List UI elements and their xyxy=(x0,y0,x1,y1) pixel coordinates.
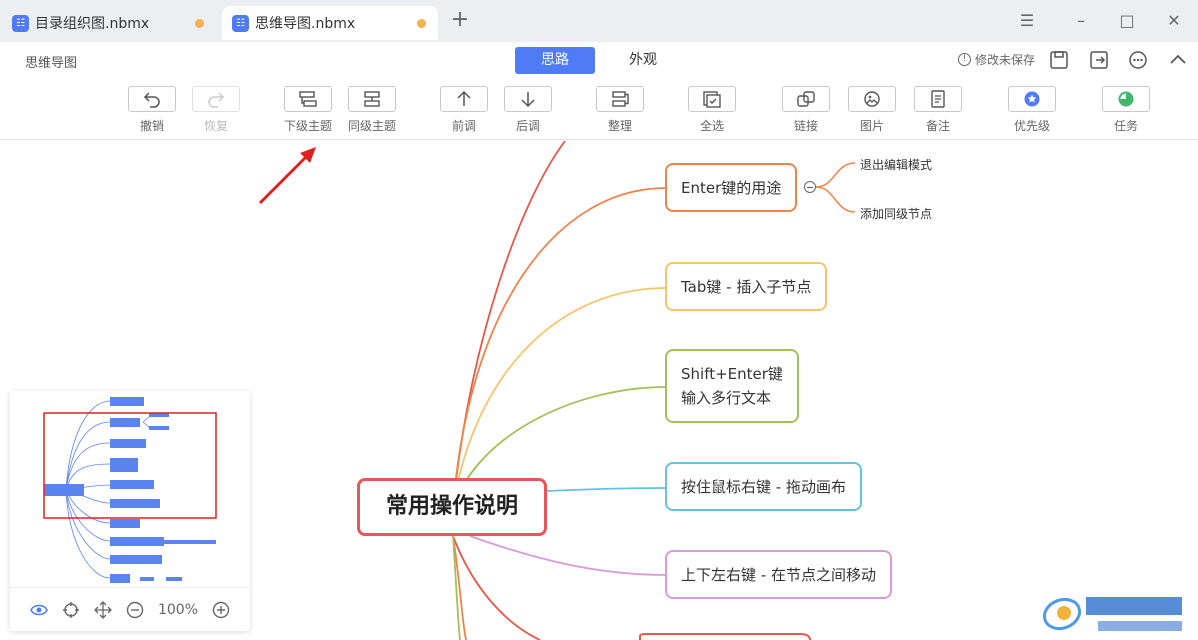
node-label-line1: Shift+Enter键 xyxy=(681,365,783,383)
toolbar: 思维导图 思路 外观 ! 修改未保存 撤销 恢复 下级主题 同级主题 前调 后调… xyxy=(0,42,1198,140)
collapse-toggle[interactable] xyxy=(804,181,816,193)
priority-icon xyxy=(1024,91,1040,107)
task-button[interactable]: 任务 xyxy=(1102,86,1150,134)
node-label: 按住鼠标右键 - 拖动画布 xyxy=(681,477,846,496)
select-all-button[interactable]: 全选 xyxy=(688,86,736,134)
info-icon: ! xyxy=(958,53,971,66)
close-icon[interactable]: ✕ xyxy=(1163,10,1185,32)
child-topic-icon xyxy=(299,91,317,107)
move-up-button[interactable]: 前调 xyxy=(440,86,488,134)
move-down-button[interactable]: 后调 xyxy=(504,86,552,134)
node-label: Enter键的用途 xyxy=(681,178,782,197)
minimap-preview xyxy=(43,397,217,583)
move-up-label: 前调 xyxy=(451,119,476,133)
arrow-up-icon xyxy=(457,90,471,106)
collapse-toolbar-icon[interactable] xyxy=(1168,50,1188,70)
app-title: 思维导图 xyxy=(25,56,78,71)
arrange-label: 整理 xyxy=(607,119,632,133)
zoom-out-icon[interactable] xyxy=(126,601,144,619)
mindmap-file-icon: ☷ xyxy=(12,14,29,32)
mindmap-file-icon: ☷ xyxy=(232,14,249,32)
tab-label: 目录组织图.nbmx xyxy=(35,16,150,32)
new-tab-button[interactable]: + xyxy=(449,9,471,31)
task-label: 任务 xyxy=(1113,119,1138,133)
minimap-controls: 100% xyxy=(10,587,250,631)
unsaved-status: ! 修改未保存 xyxy=(958,51,1035,68)
menu-icon[interactable]: ☰ xyxy=(1016,10,1038,32)
save-icon[interactable] xyxy=(1049,50,1069,70)
tab-label: 思维导图.nbmx xyxy=(255,16,356,32)
unsaved-dot xyxy=(195,19,204,28)
node-label-line2: 输入多行文本 xyxy=(681,389,772,407)
locate-center-icon[interactable] xyxy=(62,601,80,619)
child-topic-button[interactable]: 下级主题 xyxy=(284,86,332,134)
tab-directory-chart[interactable]: ☷ 目录组织图.nbmx xyxy=(2,6,216,40)
more-icon[interactable] xyxy=(1128,50,1148,70)
zoom-level: 100% xyxy=(157,601,199,618)
child-topic-label: 下级主题 xyxy=(283,119,332,133)
select-all-icon xyxy=(703,91,721,108)
note-label: 备注 xyxy=(925,119,950,133)
select-all-label: 全选 xyxy=(699,119,724,133)
node-add-sibling[interactable]: 添加同级节点 xyxy=(860,205,932,222)
export-icon[interactable] xyxy=(1089,50,1109,70)
eye-icon[interactable] xyxy=(30,603,48,617)
root-node[interactable]: 常用操作说明 xyxy=(357,478,547,536)
annotation-arrow xyxy=(258,147,316,205)
priority-label: 优先级 xyxy=(1013,119,1050,133)
link-icon xyxy=(797,91,815,107)
arrange-icon xyxy=(612,91,629,107)
mindmap-canvas[interactable]: 常用操作说明 Enter键的用途 退出编辑模式 添加同级节点 Tab键 - 插入… xyxy=(0,141,1198,640)
task-progress-icon xyxy=(1118,91,1134,107)
tab-mode-outline[interactable]: 思路 xyxy=(515,47,595,74)
undo-icon xyxy=(143,92,160,108)
sibling-topic-button[interactable]: 同级主题 xyxy=(348,86,396,134)
minimize-icon[interactable]: – xyxy=(1070,10,1092,32)
unsaved-status-label: 修改未保存 xyxy=(975,53,1036,67)
move-canvas-icon[interactable] xyxy=(94,600,112,619)
node-tab-key[interactable]: Tab键 - 插入子节点 xyxy=(665,262,828,311)
redo-button[interactable]: 恢复 xyxy=(192,86,240,134)
redo-label: 恢复 xyxy=(203,119,228,133)
undo-button[interactable]: 撤销 xyxy=(128,86,176,134)
image-icon xyxy=(864,91,880,107)
arrange-button[interactable]: 整理 xyxy=(596,86,644,134)
redo-icon xyxy=(208,92,225,108)
node-label: 上下左右键 - 在节点之间移动 xyxy=(681,565,876,584)
image-button[interactable]: 图片 xyxy=(848,86,896,134)
node-exit-edit-mode[interactable]: 退出编辑模式 xyxy=(860,156,932,173)
node-arrow-keys[interactable]: 上下左右键 - 在节点之间移动 xyxy=(665,550,892,599)
node-enter-key[interactable]: Enter键的用途 xyxy=(665,163,798,212)
watermark-logo xyxy=(1042,597,1182,631)
sibling-topic-icon xyxy=(364,91,380,107)
maximize-icon[interactable]: □ xyxy=(1116,10,1138,32)
minimap[interactable]: 100% xyxy=(10,391,250,631)
unsaved-dot xyxy=(417,19,426,28)
link-button[interactable]: 链接 xyxy=(782,86,830,134)
arrow-down-icon xyxy=(521,92,535,108)
image-label: 图片 xyxy=(859,119,884,133)
move-down-label: 后调 xyxy=(515,119,540,133)
priority-button[interactable]: 优先级 xyxy=(1008,86,1056,134)
note-icon xyxy=(931,90,945,108)
note-button[interactable]: 备注 xyxy=(914,86,962,134)
sibling-topic-label: 同级主题 xyxy=(347,119,396,133)
node-label: Tab键 - 插入子节点 xyxy=(681,277,812,296)
link-label: 链接 xyxy=(793,119,818,133)
node-right-drag[interactable]: 按住鼠标右键 - 拖动画布 xyxy=(665,462,862,511)
tab-bar: ☷ 目录组织图.nbmx ☷ 思维导图.nbmx + ☰ – □ ✕ xyxy=(0,0,1198,42)
tab-mode-appearance[interactable]: 外观 xyxy=(603,47,683,74)
undo-label: 撤销 xyxy=(139,119,164,133)
node-shift-enter[interactable]: Shift+Enter键 输入多行文本 xyxy=(665,349,799,423)
tab-mindmap[interactable]: ☷ 思维导图.nbmx xyxy=(222,6,438,40)
zoom-in-icon[interactable] xyxy=(212,601,230,619)
